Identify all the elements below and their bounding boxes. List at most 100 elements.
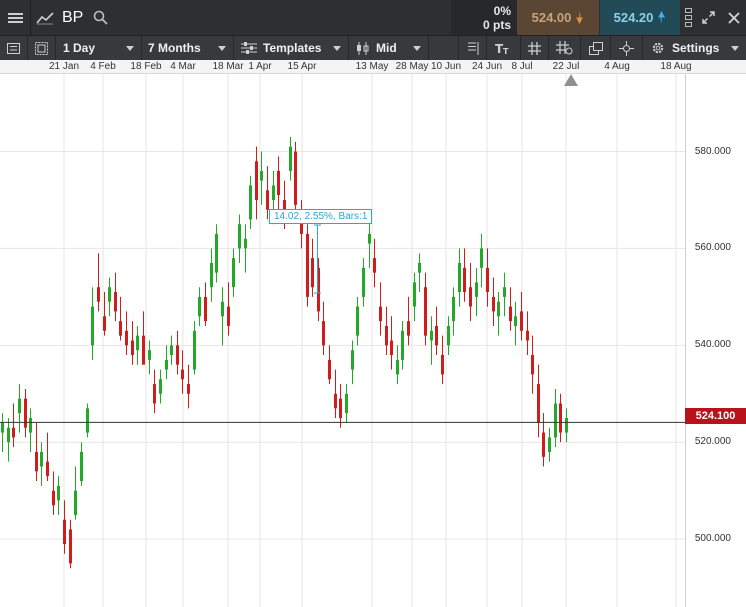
candle-body <box>272 185 275 200</box>
candle-body <box>447 325 450 346</box>
candle-body <box>390 340 393 356</box>
indicators-icon[interactable] <box>458 36 487 60</box>
candle-body <box>463 267 466 293</box>
hamburger-menu-icon[interactable] <box>0 0 31 35</box>
settings-dropdown[interactable]: Settings <box>643 36 746 60</box>
grid-settings-icon[interactable] <box>549 36 581 60</box>
candle-body <box>170 345 173 356</box>
candle-body <box>441 355 444 375</box>
layout-icon[interactable] <box>28 36 56 60</box>
candle-body <box>119 321 122 336</box>
buy-button[interactable]: 524.20 <box>600 0 680 35</box>
candle-body <box>385 325 388 346</box>
date-tick-label: 18 Feb <box>130 61 162 72</box>
expand-icon[interactable] <box>697 0 719 35</box>
crosshair-icon[interactable] <box>611 36 643 60</box>
change-percent: 0% <box>493 3 511 18</box>
date-tick-label: 10 Jun <box>430 61 462 72</box>
candle-body <box>52 490 55 506</box>
copy-icon[interactable] <box>581 36 611 60</box>
svg-text:T: T <box>503 47 509 55</box>
candle-body <box>537 384 540 423</box>
candle-body <box>215 233 218 273</box>
price-type-label: Mid <box>376 41 397 55</box>
candle-body <box>475 282 478 297</box>
settings-label: Settings <box>672 41 720 55</box>
split-view-icon[interactable] <box>681 0 695 35</box>
candle-body <box>356 306 359 336</box>
date-tick-label: 21 Jan <box>48 61 80 72</box>
candle-body <box>249 185 252 220</box>
candle-body <box>193 330 196 370</box>
candle-body <box>503 287 506 297</box>
candle-body <box>108 287 111 302</box>
candle-body <box>198 296 201 317</box>
candle-body <box>18 398 21 414</box>
candle-body <box>492 296 495 312</box>
candle-body <box>480 248 483 268</box>
candle-body <box>165 359 168 370</box>
date-tick-label: 24 Jun <box>471 61 503 72</box>
date-tick-label: 8 Jul <box>511 61 533 72</box>
interval-label: 1 Day <box>63 41 96 55</box>
buy-price: 524.20 <box>613 10 654 25</box>
grid-icon[interactable] <box>521 36 549 60</box>
chevron-down-icon <box>126 45 134 51</box>
candle-body <box>526 330 529 341</box>
templates-icon <box>241 42 257 54</box>
candle-body <box>86 408 89 433</box>
candle-body <box>520 311 523 331</box>
candlestick-chart[interactable] <box>0 74 685 607</box>
candle-body <box>125 330 128 346</box>
sell-button[interactable]: 524.00 <box>517 0 599 35</box>
chevron-down-icon <box>413 45 421 51</box>
price-type-dropdown[interactable]: Mid <box>349 36 429 60</box>
candle-body <box>91 306 94 346</box>
candle-body <box>311 258 314 288</box>
candle-body <box>407 321 410 336</box>
candle-body <box>368 233 371 244</box>
price-axis[interactable]: 580.000 560.000 540.000 520.000 500.000 <box>685 74 746 607</box>
interval-dropdown[interactable]: 1 Day <box>56 36 142 60</box>
candle-body <box>221 301 224 317</box>
candle-body <box>418 262 421 273</box>
chevron-down-icon <box>218 45 226 51</box>
candle-body <box>29 418 32 433</box>
time-marker-handle[interactable] <box>564 74 578 86</box>
date-tick-label: 4 Feb <box>90 61 116 72</box>
date-tick-label: 15 Apr <box>287 61 317 72</box>
candle-body <box>131 340 134 356</box>
date-tick-label: 22 Jul <box>552 61 580 72</box>
candle-body <box>486 267 489 293</box>
candle-body <box>114 292 117 312</box>
search-icon[interactable] <box>90 0 110 35</box>
candle-body <box>559 403 562 433</box>
date-tick-label: 4 Mar <box>170 61 196 72</box>
candle-body <box>339 398 342 419</box>
date-tick-label: 1 Apr <box>248 61 272 72</box>
range-dropdown[interactable]: 7 Months <box>142 36 234 60</box>
candle-body <box>232 258 235 288</box>
range-label: 7 Months <box>148 41 201 55</box>
text-tool-icon[interactable]: TT <box>487 36 521 60</box>
candle-body <box>435 325 438 346</box>
date-tick-label: 18 Mar <box>212 61 244 72</box>
chart-type-icon[interactable] <box>31 0 59 35</box>
candle-body <box>413 282 416 307</box>
close-icon[interactable] <box>721 0 746 35</box>
candle-body <box>46 461 49 477</box>
templates-label: Templates <box>263 41 322 55</box>
candle-body <box>80 451 83 482</box>
candle-body <box>204 296 207 322</box>
date-tick-label: 28 May <box>395 61 429 72</box>
symbol-label[interactable]: BP <box>62 0 88 35</box>
templates-dropdown[interactable]: Templates <box>234 36 349 60</box>
candle-body <box>260 170 263 181</box>
price-tick-label: 500.000 <box>694 533 731 545</box>
list-icon[interactable] <box>0 36 28 60</box>
candle-body <box>458 262 461 293</box>
candle-body <box>306 233 309 297</box>
candle-body <box>328 359 331 380</box>
candle-body <box>181 369 184 380</box>
candle-body <box>289 146 292 171</box>
